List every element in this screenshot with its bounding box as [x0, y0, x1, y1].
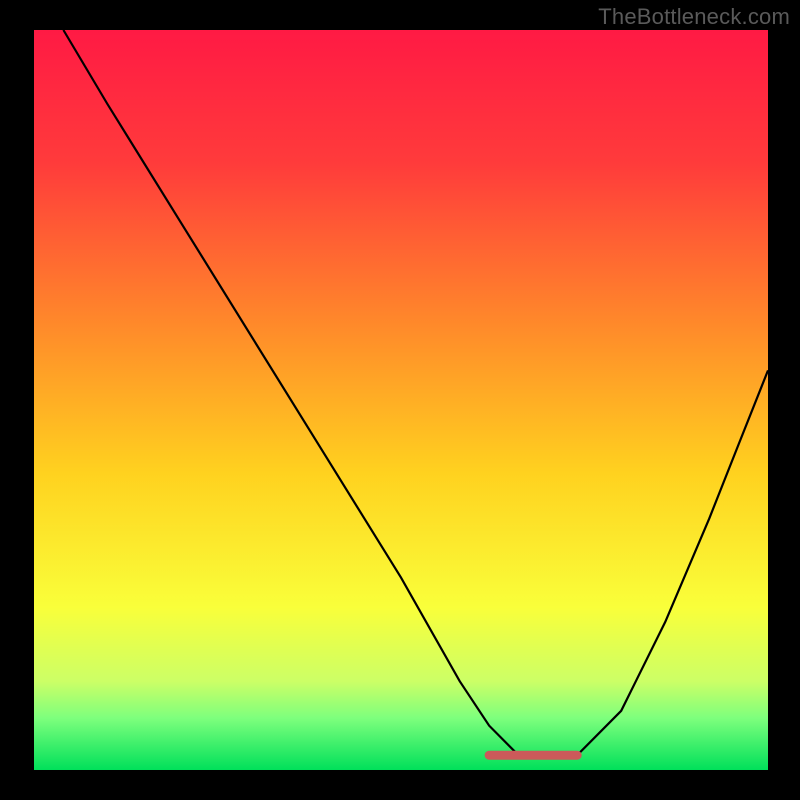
watermark-text: TheBottleneck.com [598, 4, 790, 30]
plot-background [34, 30, 768, 770]
chart-frame: TheBottleneck.com [0, 0, 800, 800]
bottleneck-chart [0, 0, 800, 800]
